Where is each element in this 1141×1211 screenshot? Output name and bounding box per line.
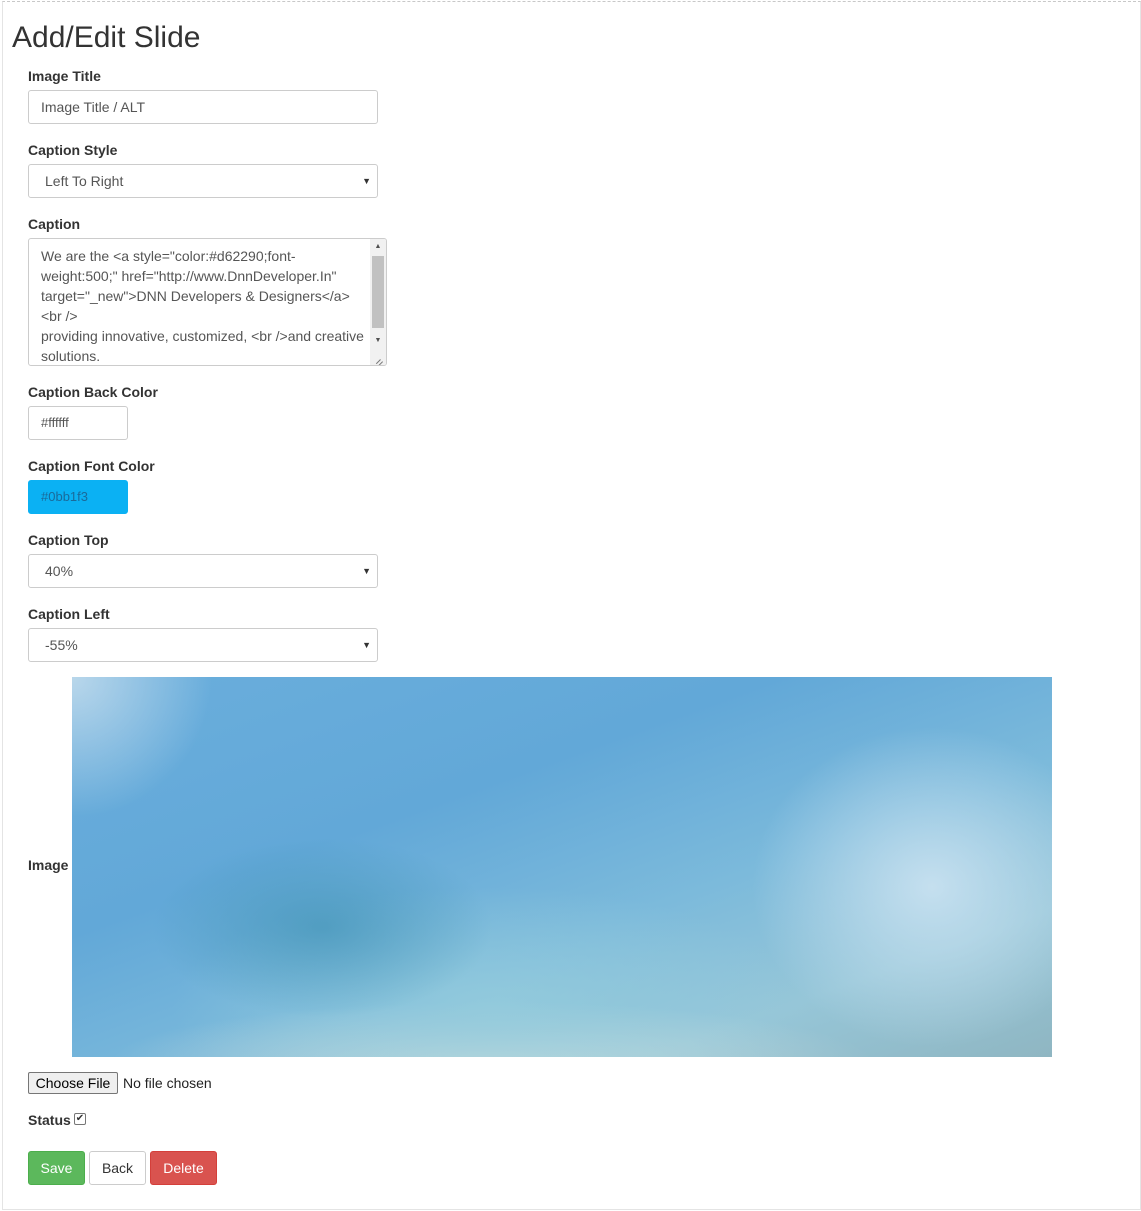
caption-top-label: Caption Top [28, 532, 109, 548]
caption-textarea[interactable]: We are the <a style="color:#d62290;font-… [28, 238, 387, 366]
caption-back-color-label: Caption Back Color [28, 384, 158, 400]
scroll-up-arrow-icon[interactable]: ▲ [370, 239, 386, 255]
chevron-down-icon: ▼ [362, 640, 371, 650]
file-status-text: No file chosen [123, 1075, 212, 1091]
image-label: Image [28, 857, 69, 873]
caption-scrollbar[interactable]: ▲ ▼ [370, 239, 386, 349]
slide-image-preview [72, 677, 1052, 1057]
caption-style-label: Caption Style [28, 142, 118, 158]
chevron-down-icon: ▼ [362, 566, 371, 576]
caption-style-select[interactable]: Left To Right ▼ [28, 164, 378, 198]
caption-style-value: Left To Right [45, 173, 124, 189]
scroll-down-arrow-icon[interactable]: ▼ [370, 333, 386, 349]
save-button[interactable]: Save [28, 1151, 85, 1185]
back-button[interactable]: Back [89, 1151, 146, 1185]
choose-file-button[interactable]: Choose File [28, 1072, 118, 1094]
checkmark-icon: ✔ [75, 1113, 85, 1124]
caption-font-color-input[interactable]: #0bb1f3 [28, 480, 128, 514]
caption-back-color-input[interactable]: #ffffff [28, 406, 128, 440]
image-title-label: Image Title [28, 68, 101, 84]
caption-left-select[interactable]: -55% ▼ [28, 628, 378, 662]
scrollbar-thumb[interactable] [372, 256, 384, 328]
image-title-input[interactable] [28, 90, 378, 124]
caption-text: We are the <a style="color:#d62290;font-… [41, 248, 364, 364]
caption-label: Caption [28, 216, 81, 232]
caption-top-value: 40% [45, 563, 74, 579]
resize-handle-icon[interactable] [370, 349, 386, 365]
caption-left-label: Caption Left [28, 606, 110, 622]
caption-top-select[interactable]: 40% ▼ [28, 554, 378, 588]
status-label: Status [28, 1112, 71, 1128]
chevron-down-icon: ▼ [362, 176, 371, 186]
caption-left-value: -55% [45, 637, 78, 653]
delete-button[interactable]: Delete [150, 1151, 217, 1185]
status-checkbox[interactable]: ✔ [74, 1113, 86, 1125]
page-title: Add/Edit Slide [12, 21, 201, 54]
caption-font-color-label: Caption Font Color [28, 458, 155, 474]
